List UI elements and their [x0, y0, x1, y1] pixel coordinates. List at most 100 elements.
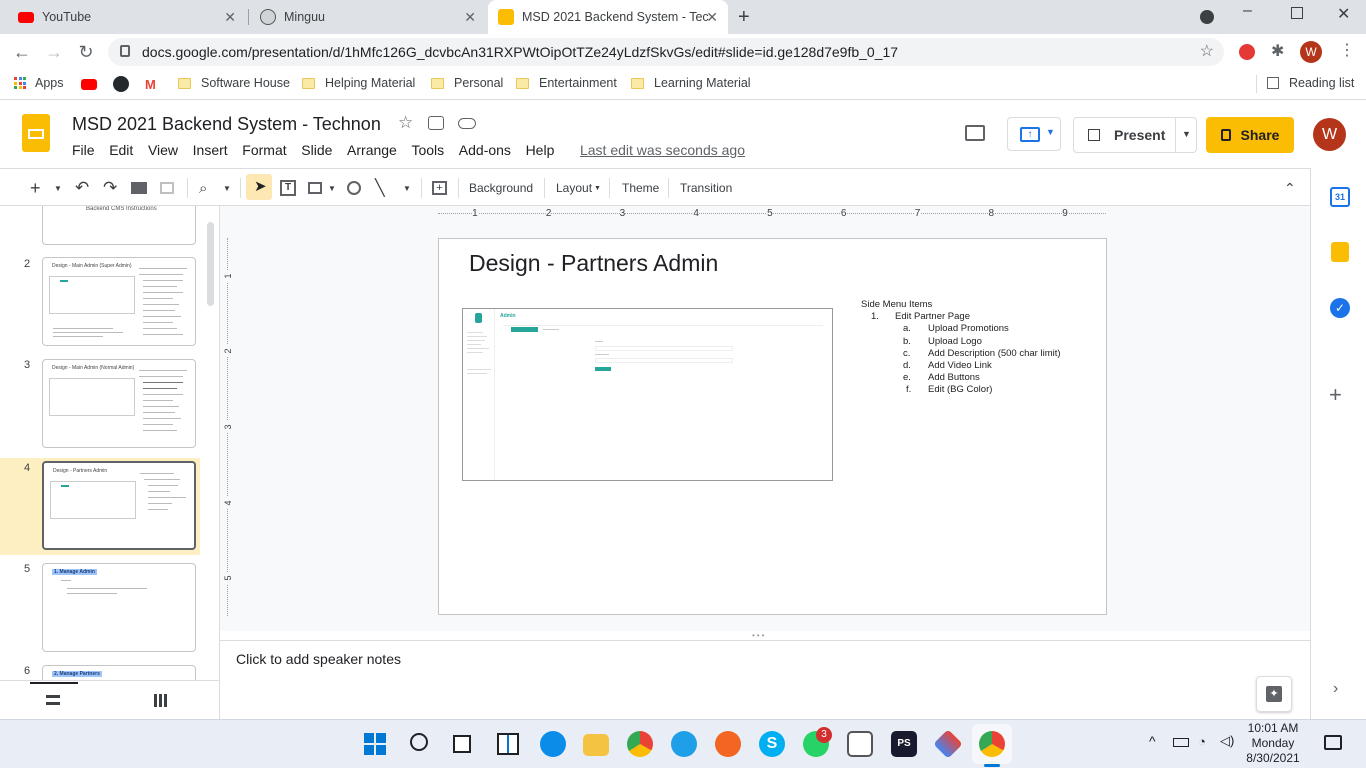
menu-help[interactable]: Help: [526, 142, 555, 158]
start-icon[interactable]: [364, 733, 386, 755]
tab-slides[interactable]: MSD 2021 Backend System - Tec ✕: [488, 0, 728, 34]
slide-thumbnail-4[interactable]: Design - Partners Admin: [42, 461, 196, 550]
shape-icon[interactable]: [347, 181, 361, 195]
bookmark-apps[interactable]: Apps: [14, 76, 64, 90]
search-icon[interactable]: [410, 733, 428, 751]
app-diamond-icon[interactable]: [933, 729, 963, 759]
chevron-down-icon[interactable]: ▼: [328, 177, 336, 199]
slide-thumbnail-3[interactable]: Design - Main Admin (Normal Admin): [42, 359, 196, 448]
menu-edit[interactable]: Edit: [109, 142, 133, 158]
chevron-down-icon[interactable]: ▼: [403, 177, 411, 199]
comment-add-icon[interactable]: +: [432, 181, 447, 195]
profile-avatar[interactable]: W: [1300, 41, 1322, 63]
bookmark-entertainment[interactable]: Entertainment: [516, 76, 617, 90]
bookmark-personal[interactable]: Personal: [431, 76, 503, 90]
transition-button[interactable]: Transition: [680, 177, 732, 199]
battery-icon[interactable]: [1173, 738, 1189, 747]
comments-icon[interactable]: [965, 125, 985, 141]
speaker-notes[interactable]: Click to add speaker notes ✦: [220, 640, 1310, 719]
wifi-icon[interactable]: ◔: [1198, 734, 1206, 749]
notes-resize-handle[interactable]: •••: [752, 631, 776, 640]
explore-button[interactable]: ✦: [1256, 676, 1292, 712]
menu-insert[interactable]: Insert: [193, 142, 228, 158]
chevron-down-icon[interactable]: ▼: [54, 177, 62, 199]
menu-arrange[interactable]: Arrange: [347, 142, 397, 158]
share-button[interactable]: Share: [1206, 117, 1294, 153]
chrome-active-icon[interactable]: [979, 731, 1005, 757]
menu-addons[interactable]: Add-ons: [459, 142, 511, 158]
slide-title[interactable]: Design - Partners Admin: [469, 250, 718, 277]
slide-thumbnail-5[interactable]: 1. Manage Admin: [42, 563, 196, 652]
print-icon[interactable]: [131, 182, 147, 194]
address-bar[interactable]: docs.google.com/presentation/d/1hMfc126G…: [108, 38, 1224, 66]
move-icon[interactable]: [428, 116, 444, 130]
extensions-puzzle-icon[interactable]: ✱: [1271, 41, 1284, 61]
new-slide-icon[interactable]: +: [30, 177, 41, 199]
menu-view[interactable]: View: [148, 142, 178, 158]
close-icon[interactable]: ✕: [706, 9, 718, 26]
phpstorm-icon[interactable]: PS: [891, 731, 917, 757]
speaker-notes-placeholder[interactable]: Click to add speaker notes: [236, 651, 401, 667]
expand-panel-icon[interactable]: ›: [1333, 680, 1338, 698]
add-addon-icon[interactable]: +: [1329, 382, 1342, 408]
menu-slide[interactable]: Slide: [301, 142, 332, 158]
edge-icon[interactable]: [540, 731, 566, 757]
window-close-icon[interactable]: ✕: [1337, 4, 1350, 24]
tab-search-icon[interactable]: [1200, 10, 1214, 24]
menu-format[interactable]: Format: [242, 142, 286, 158]
zoom-icon[interactable]: ⌕: [199, 177, 207, 199]
paint-format-icon[interactable]: [160, 182, 174, 194]
last-edit-link[interactable]: Last edit was seconds ago: [580, 142, 745, 158]
postman-icon[interactable]: [715, 731, 741, 757]
undo-icon[interactable]: ↶: [75, 177, 89, 199]
slides-logo-icon[interactable]: [22, 114, 50, 152]
bookmark-star-icon[interactable]: ☆: [1200, 41, 1214, 61]
menu-tools[interactable]: Tools: [411, 142, 444, 158]
select-tool[interactable]: ➤: [246, 174, 272, 200]
app-icon[interactable]: [671, 731, 697, 757]
slide-thumbnail-1[interactable]: Backend CMS Instructions: [42, 206, 196, 245]
admin-mockup-image[interactable]: Admin: [462, 308, 833, 481]
account-avatar[interactable]: W: [1313, 118, 1346, 151]
extension-icon[interactable]: [1239, 44, 1255, 60]
present-button[interactable]: Present ▼: [1073, 117, 1197, 153]
tab-youtube[interactable]: YouTube ✕: [8, 0, 246, 34]
image-icon[interactable]: [308, 182, 322, 194]
line-icon[interactable]: ╲: [375, 177, 385, 199]
youtube-bookmark-icon[interactable]: [81, 79, 97, 90]
file-explorer-icon[interactable]: [583, 734, 609, 756]
reload-icon[interactable]: ↻: [74, 40, 98, 64]
list-view-icon[interactable]: [46, 695, 60, 705]
grid-view-icon[interactable]: [154, 694, 168, 707]
task-view-icon[interactable]: [453, 735, 471, 753]
gmail-bookmark-icon[interactable]: M: [145, 77, 156, 92]
chrome-icon[interactable]: [627, 731, 653, 757]
tasks-icon[interactable]: ✓: [1330, 298, 1350, 318]
doc-title[interactable]: MSD 2021 Backend System - Technon: [72, 114, 381, 135]
close-icon[interactable]: ✕: [464, 9, 476, 26]
chevron-down-icon[interactable]: ▼: [223, 177, 231, 199]
star-icon[interactable]: ☆: [398, 113, 413, 133]
cloud-status-icon[interactable]: [458, 118, 476, 129]
clock[interactable]: 10:01 AM Monday 8/30/2021: [1240, 721, 1306, 766]
chevron-down-icon[interactable]: ▼: [1182, 129, 1191, 139]
github-bookmark-icon[interactable]: [113, 76, 129, 92]
present-upload-button[interactable]: ↑ ▼: [1007, 117, 1061, 151]
bookmark-software-house[interactable]: Software House: [178, 76, 290, 90]
close-icon[interactable]: ✕: [224, 9, 236, 26]
keep-icon[interactable]: [1331, 242, 1349, 262]
bookmark-helping-material[interactable]: Helping Material: [302, 76, 415, 90]
back-icon[interactable]: ←: [10, 40, 34, 64]
textbox-icon[interactable]: T: [280, 180, 296, 196]
collapse-toolbar-icon[interactable]: ⌃: [1284, 177, 1296, 199]
reading-list[interactable]: Reading list: [1267, 76, 1354, 90]
widgets-icon[interactable]: [497, 733, 519, 755]
calendar-icon[interactable]: 31: [1330, 187, 1350, 207]
notification-center-icon[interactable]: [1324, 735, 1342, 750]
menu-file[interactable]: File: [72, 142, 95, 158]
theme-button[interactable]: Theme: [622, 177, 659, 199]
skype-icon[interactable]: S: [759, 731, 785, 757]
app-chart-icon[interactable]: [847, 731, 873, 757]
browser-menu-icon[interactable]: ⋮: [1339, 40, 1355, 60]
volume-icon[interactable]: ◁): [1220, 733, 1234, 749]
